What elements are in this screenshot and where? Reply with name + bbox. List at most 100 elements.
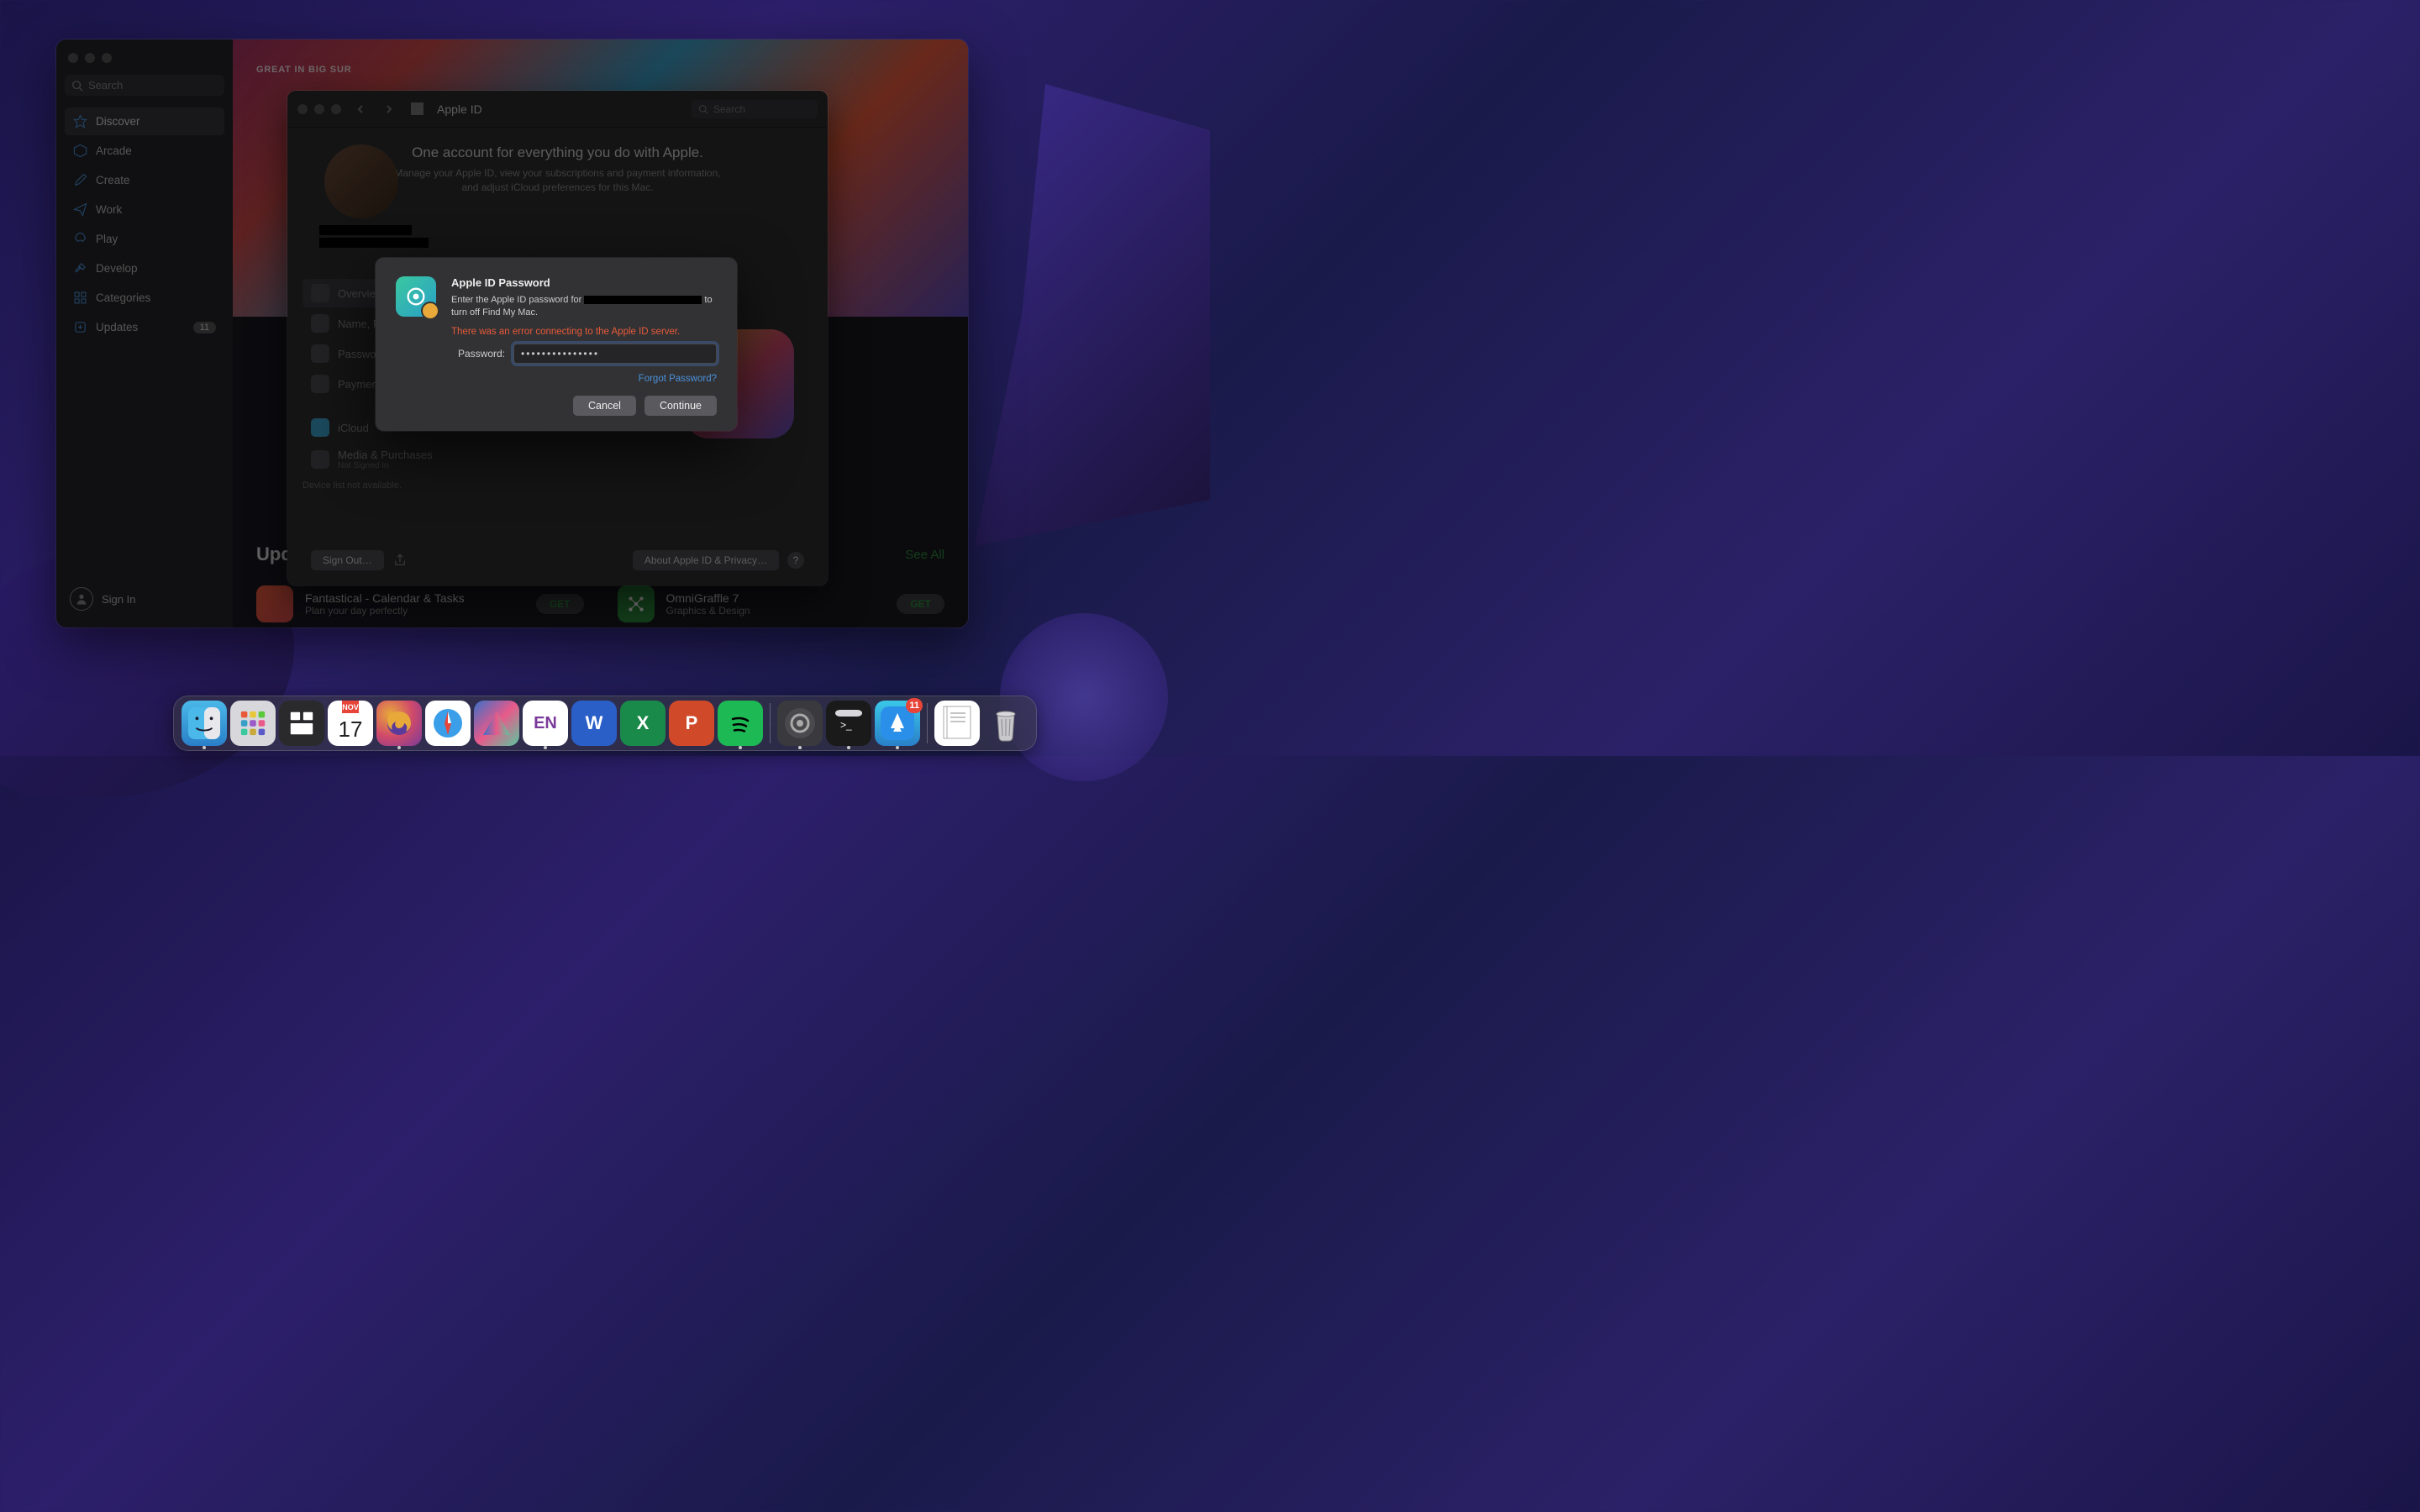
sidebar-item-play[interactable]: Play [65,225,224,253]
findmy-icon [396,276,436,317]
dock-mission-control[interactable] [279,701,324,746]
get-button[interactable]: GET [897,594,944,614]
signin-button[interactable]: Sign In [65,579,224,619]
lock-icon [311,344,329,363]
share-icon[interactable] [392,553,408,568]
search-input[interactable]: Search [65,75,224,96]
dock-endnote[interactable]: EN [523,701,568,746]
close-icon[interactable] [297,104,308,114]
sidebar-item-label: Work [96,203,122,216]
app-card[interactable]: Fantastical - Calendar & Tasks Plan your… [256,585,584,622]
cloud-icon [311,418,329,437]
app-subtitle: Graphics & Design [666,605,886,617]
window-controls[interactable] [297,104,341,114]
signout-button[interactable]: Sign Out… [311,550,384,570]
tab-label: iCloud [338,422,369,434]
media-icon [311,450,329,469]
about-privacy-button[interactable]: About Apple ID & Privacy… [633,550,779,570]
dock-appstore[interactable]: 11 [875,701,920,746]
avatar-icon [70,587,93,611]
get-button[interactable]: GET [536,594,584,614]
brush-icon [73,173,87,187]
dock-app-triangle[interactable] [474,701,519,746]
profile-email-redacted [319,238,429,248]
calendar-day: 17 [339,713,363,746]
star-icon [73,114,87,129]
ppt-label: P [686,712,698,734]
see-all-link[interactable]: See All [905,548,944,562]
dock-document[interactable] [934,701,980,746]
continue-button[interactable]: Continue [644,396,717,416]
maximize-icon[interactable] [331,104,341,114]
sidebar-item-discover[interactable]: Discover [65,108,224,135]
cancel-button[interactable]: Cancel [573,396,636,416]
close-icon[interactable] [68,53,78,63]
help-button[interactable]: ? [787,552,804,569]
sidebar-item-arcade[interactable]: Arcade [65,137,224,165]
svg-text:>_: >_ [840,719,852,731]
sidebar-item-label: Play [96,233,118,245]
app-name: OmniGraffle 7 [666,591,886,605]
password-input[interactable] [513,344,717,364]
dock-excel[interactable]: X [620,701,666,746]
arcade-icon [73,144,87,158]
signin-label: Sign In [102,593,135,606]
minimize-icon[interactable] [85,53,95,63]
hero-label: GREAT IN BIG SUR [256,65,944,75]
search-placeholder: Search [88,79,123,92]
maximize-icon[interactable] [102,53,112,63]
person-icon [311,314,329,333]
updates-badge: 11 [193,322,216,333]
excel-label: X [637,712,650,734]
dock-trash[interactable] [983,701,1028,746]
back-button[interactable] [351,100,370,118]
sidebar-item-label: Develop [96,262,138,275]
calendar-month: NOV [342,701,359,713]
rocket-icon [73,232,87,246]
search-input[interactable]: Search [692,100,818,118]
dock-system-preferences[interactable] [777,701,823,746]
window-controls[interactable] [65,48,224,75]
password-dialog: Apple ID Password Enter the Apple ID pas… [376,258,737,431]
sidebar-item-create[interactable]: Create [65,166,224,194]
dialog-description: Enter the Apple ID password for to turn … [451,294,717,320]
dock-divider [927,703,928,743]
tab-label: Media & Purchases [338,449,433,461]
profile-section [319,144,403,250]
tab-sublabel: Not Signed In [338,461,433,470]
word-label: W [586,712,603,734]
tab-media[interactable]: Media & Purchases Not Signed In [302,444,479,475]
download-icon [73,320,87,334]
profile-picture[interactable] [324,144,398,218]
forgot-password-link[interactable]: Forgot Password? [639,374,717,384]
sidebar-item-work[interactable]: Work [65,196,224,223]
error-message: There was an error connecting to the App… [451,327,717,337]
window-title: Apple ID [437,102,482,116]
hammer-icon [73,261,87,276]
dialog-title: Apple ID Password [451,276,717,289]
dock-spotify[interactable] [718,701,763,746]
dock-calendar[interactable]: NOV 17 [328,701,373,746]
dock-launchpad[interactable] [230,701,276,746]
app-icon [618,585,655,622]
sidebar-item-develop[interactable]: Develop [65,255,224,282]
dock-terminal[interactable]: >_ [826,701,871,746]
sidebar-item-categories[interactable]: Categories [65,284,224,312]
search-icon [698,104,708,114]
sidebar-item-label: Categories [96,291,150,304]
minimize-icon[interactable] [314,104,324,114]
search-placeholder: Search [713,103,745,115]
dock-safari[interactable] [425,701,471,746]
dock: NOV 17 EN W X P >_ 11 [173,696,1037,751]
dock-firefox[interactable] [376,701,422,746]
dock-finder[interactable] [182,701,227,746]
app-subtitle: Plan your day perfectly [305,605,524,617]
app-card[interactable]: OmniGraffle 7 Graphics & Design GET [618,585,945,622]
grid-button[interactable] [408,100,427,118]
dock-powerpoint[interactable]: P [669,701,714,746]
dock-word[interactable]: W [571,701,617,746]
app-name: Fantastical - Calendar & Tasks [305,591,524,605]
sidebar-item-updates[interactable]: Updates 11 [65,313,224,341]
forward-button[interactable] [380,100,398,118]
sidebar-item-label: Arcade [96,144,132,157]
